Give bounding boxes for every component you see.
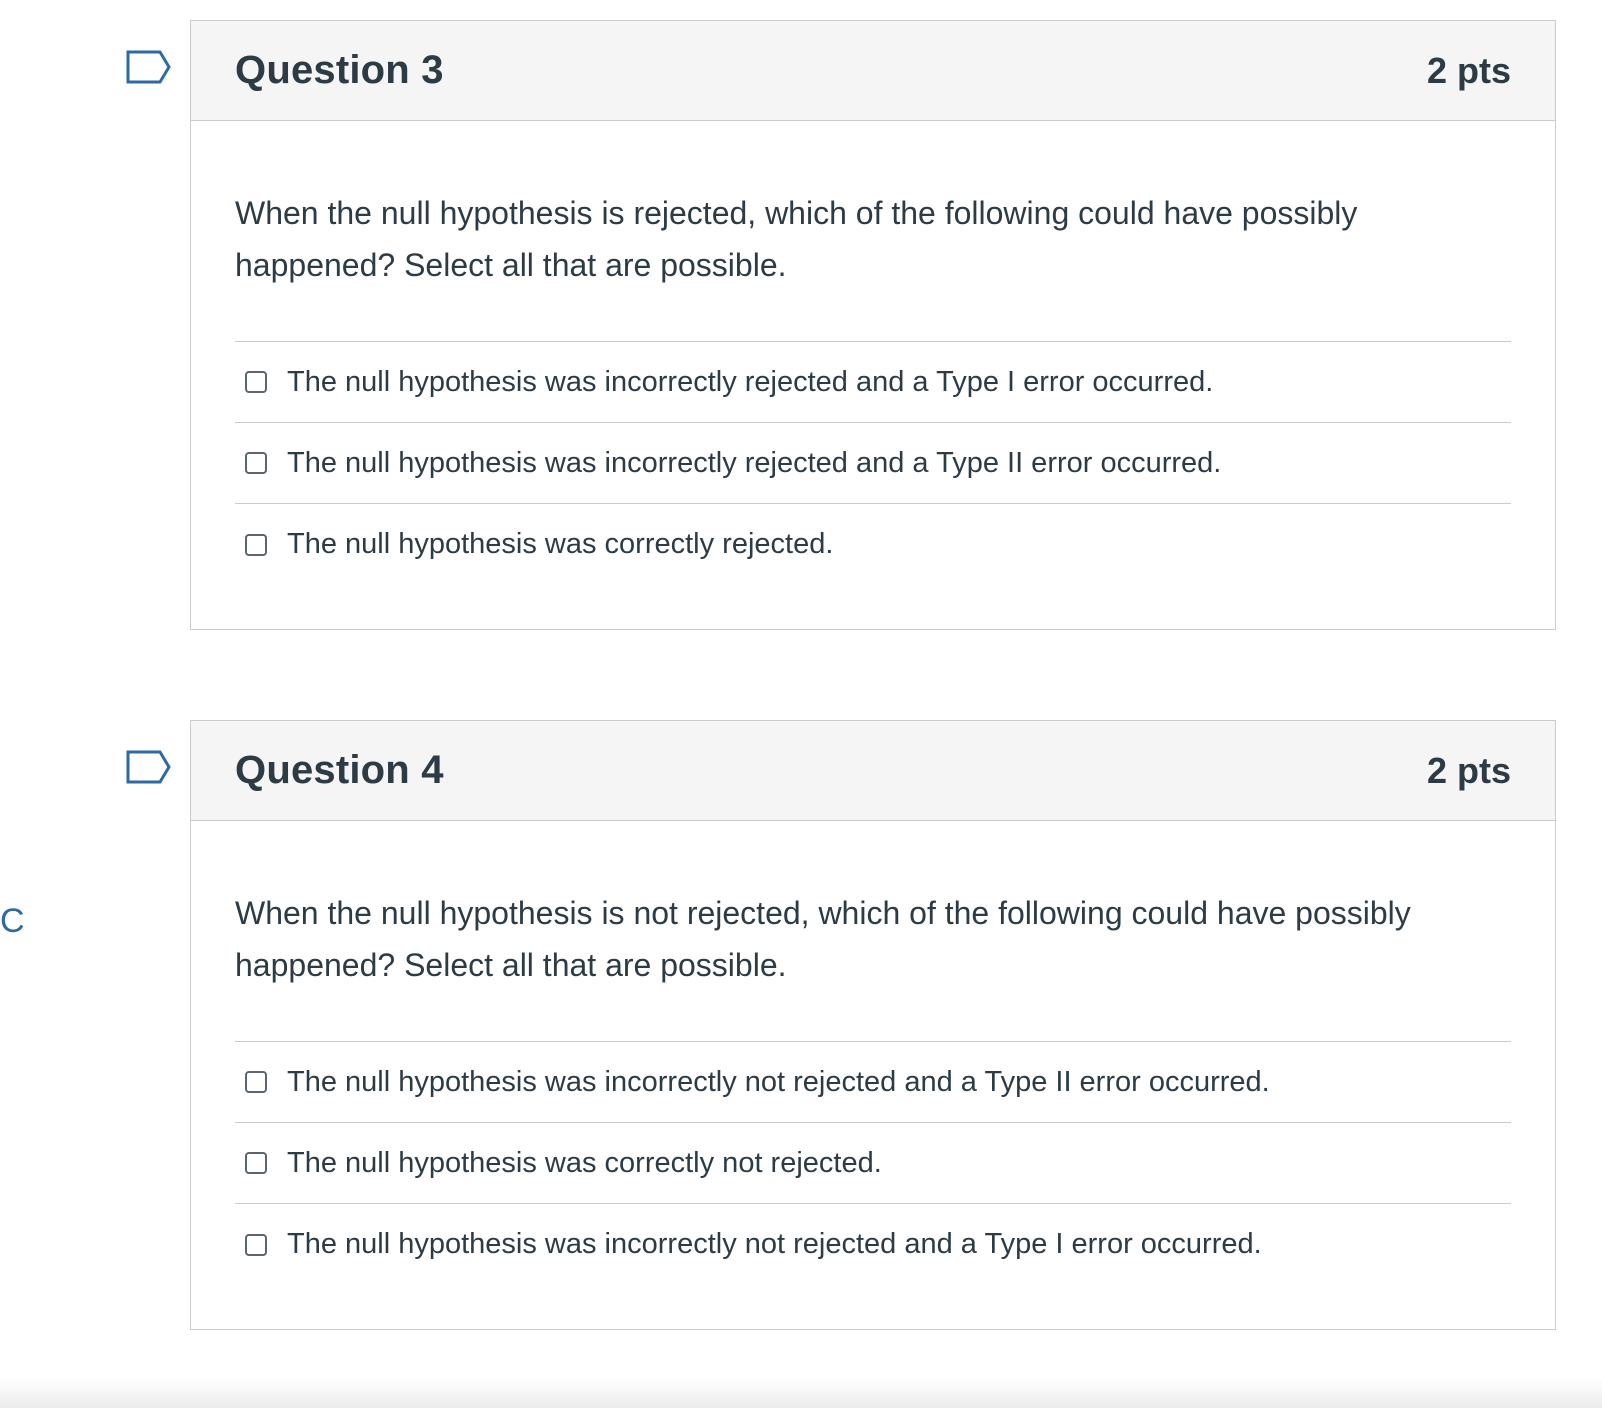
answer-label: The null hypothesis was incorrectly reje… [287,446,1222,479]
question-title: Question 3 [235,48,444,92]
question-text: When the null hypothesis is rejected, wh… [235,195,1358,283]
bottom-scroll-shadow [0,1378,1602,1408]
answer-option[interactable]: The null hypothesis was incorrectly not … [235,1042,1511,1123]
answer-label: The null hypothesis was correctly reject… [287,528,834,560]
question-card-3: Question 3 2 pts When the null hypothesi… [190,20,1556,630]
question-header: Question 4 2 pts [191,721,1555,821]
question-points: 2 pts [1426,49,1511,91]
checkbox-icon[interactable] [245,533,267,556]
answer-label: The null hypothesis was incorrectly reje… [287,365,1214,398]
side-nav-letter: C [0,902,25,940]
flag-icon [126,748,172,786]
flag-question-3-button[interactable] [126,48,172,86]
question-body: When the null hypothesis is not rejected… [191,821,1555,1285]
answer-list: The null hypothesis was incorrectly not … [235,1041,1511,1285]
question-header: Question 3 2 pts [191,21,1555,121]
question-card-4: Question 4 2 pts When the null hypothesi… [190,720,1556,1330]
answer-option[interactable]: The null hypothesis was correctly reject… [235,504,1511,585]
question-points: 2 pts [1426,749,1511,791]
question-text: When the null hypothesis is not rejected… [235,895,1411,983]
checkbox-icon[interactable] [245,1233,267,1256]
checkbox-icon[interactable] [245,1071,267,1093]
checkbox-icon[interactable] [245,371,267,393]
answer-option[interactable]: The null hypothesis was incorrectly reje… [235,423,1511,504]
question-body: When the null hypothesis is rejected, wh… [191,121,1555,585]
flag-icon [126,48,172,86]
answer-option[interactable]: The null hypothesis was incorrectly not … [235,1204,1511,1285]
question-title: Question 4 [235,748,444,792]
answer-label: The null hypothesis was correctly not re… [287,1146,882,1179]
checkbox-icon[interactable] [245,1152,267,1174]
answer-label: The null hypothesis was incorrectly not … [287,1228,1262,1260]
checkbox-icon[interactable] [245,452,267,474]
answer-option[interactable]: The null hypothesis was incorrectly reje… [235,342,1511,423]
flag-question-4-button[interactable] [126,748,172,786]
answer-option[interactable]: The null hypothesis was correctly not re… [235,1123,1511,1204]
answer-label: The null hypothesis was incorrectly not … [287,1065,1270,1098]
answer-list: The null hypothesis was incorrectly reje… [235,341,1511,585]
